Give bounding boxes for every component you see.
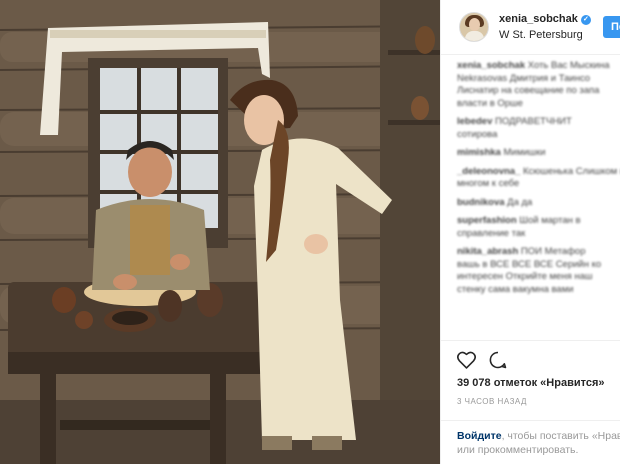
post-header: xenia_sobchak✓ W St. Petersburg Подписат… <box>441 0 620 55</box>
comment-line: nikita_abrash ПОИ Метафор <box>457 246 620 259</box>
likes-count[interactable]: 39 078 отметок «Нравится» <box>457 377 605 389</box>
comment-bubble-icon[interactable] <box>489 351 507 369</box>
comment-text: Шой мартан в <box>519 215 581 226</box>
comment-text: многом к себе <box>457 178 520 189</box>
verified-badge-icon: ✓ <box>580 15 591 25</box>
comment-username[interactable]: _deleonovna_ <box>457 166 520 177</box>
comment-line: вашь в ВСЕ ВСЕ ВСЕ Серийн ко <box>457 259 620 272</box>
comment-line: Лиснатир на совещание по запа <box>457 85 620 98</box>
comment-line: власти в Орше <box>457 98 620 111</box>
comment-username[interactable]: xenia_sobchak <box>457 60 525 71</box>
comment-line: справление так <box>457 228 620 241</box>
comment-line: superfashion Шой мартан в <box>457 215 620 228</box>
post-side-panel: xenia_sobchak✓ W St. Petersburg Подписат… <box>440 0 620 464</box>
comment-username[interactable]: mimishka <box>457 147 501 158</box>
comment-text: ПОИ Метафор <box>520 246 586 257</box>
comment-text: интересен Открийте меня наш <box>457 271 593 282</box>
comment-text: Хоть Вас Мыскина <box>527 60 610 71</box>
comment-line: _deleonovna_ Ксюшенька Слишком выход <box>457 166 620 179</box>
comment-line: xenia_sobchak Хоть Вас Мыскина <box>457 60 620 73</box>
comment-text: справление так <box>457 227 526 239</box>
comment-line: lebedev ПОДРАВЕТЧНИТ <box>457 116 620 129</box>
login-prompt: Войдите, чтобы поставить «Нравится» или … <box>441 420 620 464</box>
comment-text: власти в Орше <box>457 97 523 109</box>
comment-text: вашь в ВСЕ ВСЕ ВСЕ Серийн ко <box>457 258 602 270</box>
comment-line: сотирова <box>457 129 620 142</box>
follow-button[interactable]: Подписаться <box>603 16 620 38</box>
heart-icon[interactable] <box>457 351 476 369</box>
comment-line: стенку сама вакумна вами <box>457 284 620 297</box>
login-link[interactable]: Войдите <box>457 430 502 442</box>
comment-text: сотирова <box>457 128 498 140</box>
comment-text: Ксюшенька Слишком выход <box>523 165 620 177</box>
username-link[interactable]: xenia_sobchak <box>499 13 578 25</box>
comment-username[interactable]: lebedev <box>457 116 492 127</box>
action-bar <box>441 340 620 371</box>
login-prompt-text-1: , чтобы поставить «Нравится» <box>501 430 620 442</box>
instagram-post-view: xenia_sobchak✓ W St. Petersburg Подписат… <box>0 0 620 464</box>
login-prompt-text-2: или прокомментировать. <box>457 444 579 456</box>
comment-text: Да да <box>507 196 533 208</box>
comment-text: Nekrasovas Дмитрия и Таинсо <box>457 72 591 84</box>
comment-text: стенку сама вакумна вами <box>457 283 574 295</box>
comment-line: mimishka Мимишки <box>457 147 620 160</box>
username-row: xenia_sobchak ✓ <box>499 13 591 25</box>
comments-list: xenia_sobchak Хоть Вас Мыскина Nekrasovas… <box>457 60 620 296</box>
photo-scene <box>0 0 440 464</box>
location-link[interactable]: W St. Petersburg <box>499 29 583 41</box>
comment-text: Лиснатир на совещание по запа <box>457 85 600 96</box>
avatar[interactable] <box>459 12 489 42</box>
post-timestamp: 3 ЧАСОВ НАЗАД <box>457 397 527 406</box>
comment-username[interactable]: budnikova <box>457 197 505 208</box>
comment-line: Nekrasovas Дмитрия и Таинсо <box>457 73 620 86</box>
comment-username[interactable]: nikita_abrash <box>457 246 518 257</box>
comment-line: budnikova Да да <box>457 197 620 210</box>
comment-line: многом к себе <box>457 178 620 191</box>
comment-text: ПОДРАВЕТЧНИТ <box>495 116 572 127</box>
comment-line: интересен Открийте меня наш <box>457 271 620 284</box>
comment-text: Мимишки <box>503 147 546 158</box>
post-photo[interactable] <box>0 0 440 464</box>
comment-username[interactable]: superfashion <box>457 215 517 226</box>
